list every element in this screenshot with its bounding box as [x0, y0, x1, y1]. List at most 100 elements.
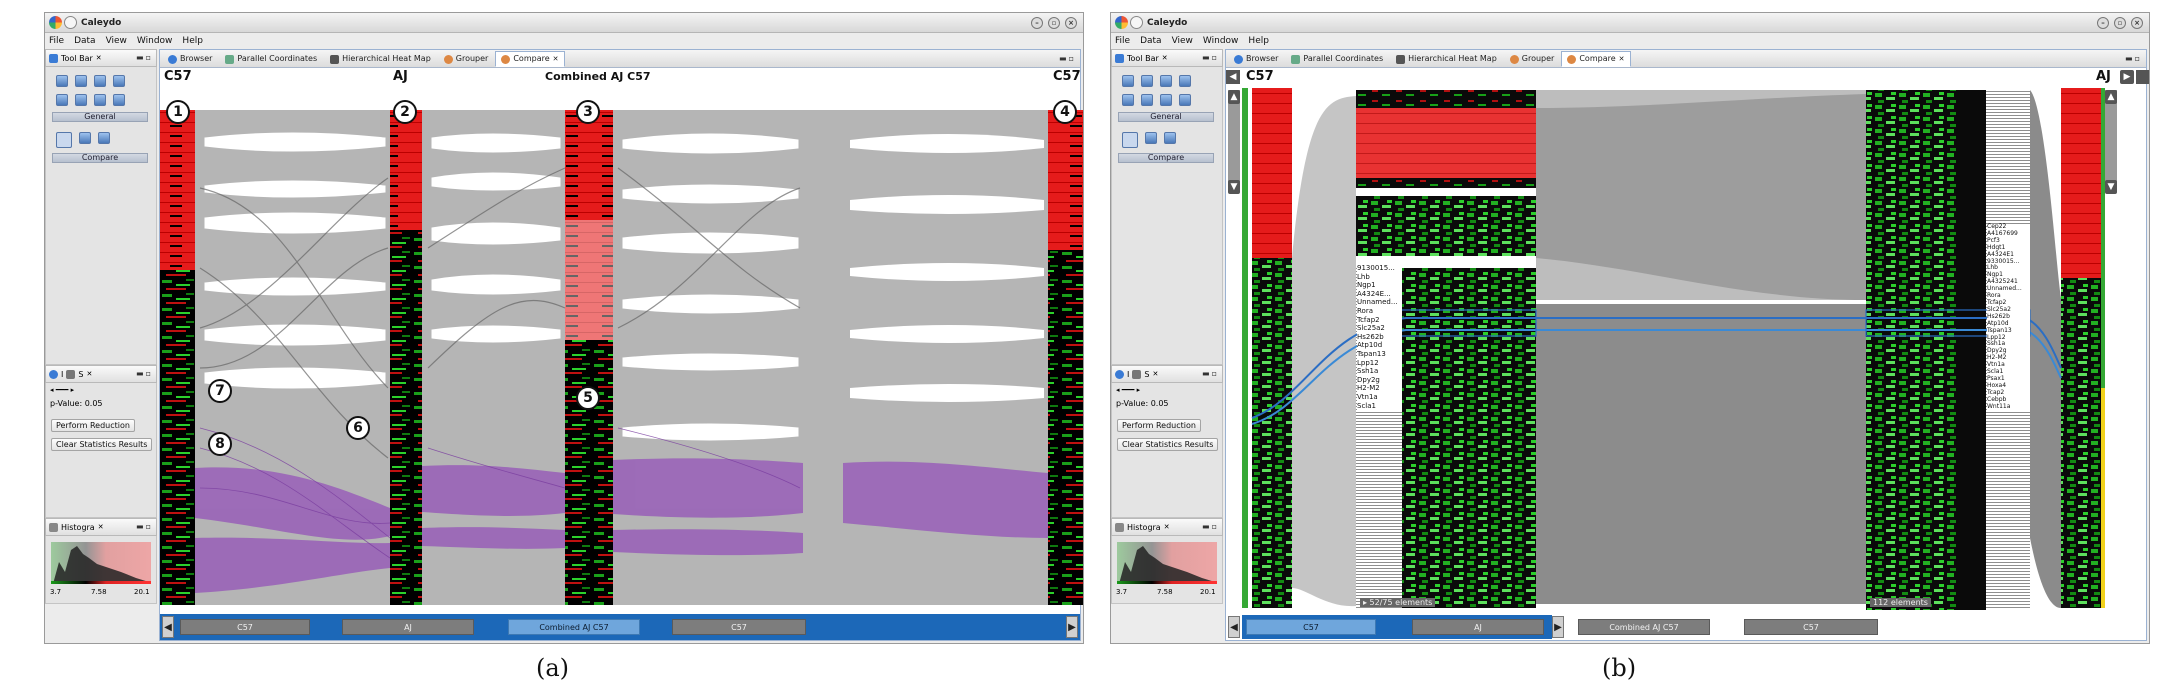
close-tab-icon[interactable]: ✕	[1152, 370, 1158, 378]
tab-histogram[interactable]: Histogra ✕ ▬▫	[45, 518, 157, 536]
close-tab-icon[interactable]: ✕	[553, 51, 559, 67]
menu-window[interactable]: Window	[137, 33, 173, 49]
tab-compare[interactable]: Compare ✕	[495, 51, 565, 67]
zoom-icon[interactable]	[1122, 132, 1138, 148]
scroll-down-right-icon[interactable]: ▼	[2105, 180, 2117, 194]
group-c57-right[interactable]: C57	[672, 619, 806, 635]
close-tab-icon[interactable]: ✕	[98, 523, 104, 531]
clear-statistics-button[interactable]: Clear Statistics Results	[51, 438, 153, 451]
pvalue-slider[interactable]: ◂ ━━━ ▸	[1116, 386, 1140, 394]
menu-view[interactable]: View	[1172, 33, 1193, 49]
export-icon[interactable]	[1160, 75, 1172, 87]
window-menu-icon[interactable]	[64, 16, 77, 29]
save-icon[interactable]	[1122, 75, 1134, 87]
window-menu-icon[interactable]	[1130, 16, 1143, 29]
gene-label[interactable]: Unnamed...	[1357, 298, 1402, 307]
tab-grouper[interactable]: Grouper	[438, 51, 495, 67]
gene-label[interactable]: Lpp12	[1357, 359, 1402, 368]
group-c57[interactable]: C57	[1246, 619, 1376, 635]
menu-data[interactable]: Data	[74, 33, 96, 49]
close-icon[interactable]: ×	[2131, 17, 2143, 29]
tab-grouper[interactable]: Grouper	[1504, 51, 1561, 67]
menu-file[interactable]: File	[49, 33, 64, 49]
sort-icon[interactable]	[98, 132, 110, 144]
tab-browser[interactable]: Browser	[162, 51, 218, 67]
tab-browser[interactable]: Browser	[1228, 51, 1284, 67]
view-min-max-icon[interactable]: ▬▫	[1202, 369, 1219, 378]
gene-label[interactable]: Ssh1a	[1357, 367, 1402, 376]
scroll-down-icon[interactable]: ▼	[1228, 180, 1240, 194]
gene-label[interactable]: Wnt11a	[1987, 403, 2030, 411]
close-tab-icon[interactable]: ✕	[96, 54, 102, 62]
gene-label[interactable]: Tcfap2	[1357, 316, 1402, 325]
menu-help[interactable]: Help	[182, 33, 203, 49]
tab-parallel-coordinates[interactable]: Parallel Coordinates	[219, 51, 323, 67]
tab-histogram[interactable]: Histogra ✕ ▬▫	[1111, 518, 1223, 536]
view-min-max-icon[interactable]: ▬▫	[1202, 522, 1219, 531]
minimize-icon[interactable]: –	[2097, 17, 2109, 29]
gene-label[interactable]: Slc25a2	[1357, 324, 1402, 333]
tab-compare[interactable]: Compare ✕	[1561, 51, 1631, 67]
zoom-icon[interactable]	[56, 132, 72, 148]
scroll-right-icon[interactable]: ▶	[1552, 616, 1564, 638]
group-combined[interactable]: Combined AJ C57	[508, 619, 640, 635]
scroll-up-right-icon[interactable]: ▲	[2105, 90, 2117, 104]
tab-statistics[interactable]: I S ✕ ▬▫	[1111, 365, 1223, 383]
group-c57[interactable]: C57	[180, 619, 310, 635]
next-group-icon[interactable]: ▶	[2120, 70, 2134, 84]
gene-label[interactable]: 9130015...	[1357, 264, 1402, 273]
view-min-max-icon[interactable]: ▬▫	[136, 369, 153, 378]
gene-label[interactable]: Tspan13	[1357, 350, 1402, 359]
scroll-left-icon[interactable]: ◀	[1228, 616, 1240, 638]
maximize-icon[interactable]: ▫	[1048, 17, 1060, 29]
menu-help[interactable]: Help	[1248, 33, 1269, 49]
group-c57-right[interactable]: C57	[1744, 619, 1878, 635]
gene-label[interactable]: Atp10d	[1357, 341, 1402, 350]
menu-file[interactable]: File	[1115, 33, 1130, 49]
import-icon[interactable]	[75, 75, 87, 87]
tab-tool-bar[interactable]: Tool Bar ✕ ▬▫	[45, 49, 157, 67]
sort-icon[interactable]	[1164, 132, 1176, 144]
snapshot-icon[interactable]	[113, 75, 125, 87]
snapshot-icon[interactable]	[1179, 75, 1191, 87]
columns-icon[interactable]	[1145, 132, 1157, 144]
perform-reduction-button[interactable]: Perform Reduction	[1117, 419, 1201, 432]
search-icon[interactable]	[1122, 94, 1134, 106]
clear-icon[interactable]	[75, 94, 87, 106]
gene-label[interactable]: Ngp1	[1357, 281, 1402, 290]
search-icon[interactable]	[56, 94, 68, 106]
clear-icon[interactable]	[1141, 94, 1153, 106]
gene-label[interactable]: Rora	[1357, 307, 1402, 316]
view-min-max-icon[interactable]: ▬▫	[136, 522, 153, 531]
export-icon[interactable]	[94, 75, 106, 87]
import-icon[interactable]	[1141, 75, 1153, 87]
group-aj[interactable]: AJ	[342, 619, 474, 635]
menu-window[interactable]: Window	[1203, 33, 1239, 49]
scroll-left-icon[interactable]: ◀	[162, 616, 174, 638]
clear-statistics-button[interactable]: Clear Statistics Results	[1117, 438, 1219, 451]
scroll-right-icon[interactable]: ▶	[1066, 616, 1078, 638]
group-aj[interactable]: AJ	[1412, 619, 1544, 635]
close-tab-icon[interactable]: ✕	[1164, 523, 1170, 531]
close-tab-icon[interactable]: ✕	[86, 370, 92, 378]
tab-parallel-coordinates[interactable]: Parallel Coordinates	[1285, 51, 1389, 67]
view-min-max-icon[interactable]: ▬▫	[136, 53, 153, 62]
perform-reduction-button[interactable]: Perform Reduction	[51, 419, 135, 432]
menu-data[interactable]: Data	[1140, 33, 1162, 49]
close-tab-icon[interactable]: ✕	[1619, 51, 1625, 67]
scroll-up-icon[interactable]: ▲	[1228, 90, 1240, 104]
layout-icon[interactable]	[94, 94, 106, 106]
disk-icon[interactable]	[1179, 94, 1191, 106]
view-min-max-icon[interactable]: ▬▫	[2125, 54, 2142, 63]
left-element-count[interactable]: ▸ 52/75 elements	[1360, 598, 1436, 607]
maximize-icon[interactable]: ▫	[2114, 17, 2126, 29]
group-combined[interactable]: Combined AJ C57	[1578, 619, 1710, 635]
save-icon[interactable]	[56, 75, 68, 87]
gene-label[interactable]: Dpy2g	[1357, 376, 1402, 385]
close-tab-icon[interactable]: ✕	[1162, 54, 1168, 62]
view-min-max-icon[interactable]: ▬▫	[1202, 53, 1219, 62]
gene-label[interactable]: Hs262b	[1357, 333, 1402, 342]
pvalue-slider[interactable]: ◂ ━━━ ▸	[50, 386, 74, 394]
tab-hierarchical-heat-map[interactable]: Hierarchical Heat Map	[324, 51, 437, 67]
close-icon[interactable]: ×	[1065, 17, 1077, 29]
